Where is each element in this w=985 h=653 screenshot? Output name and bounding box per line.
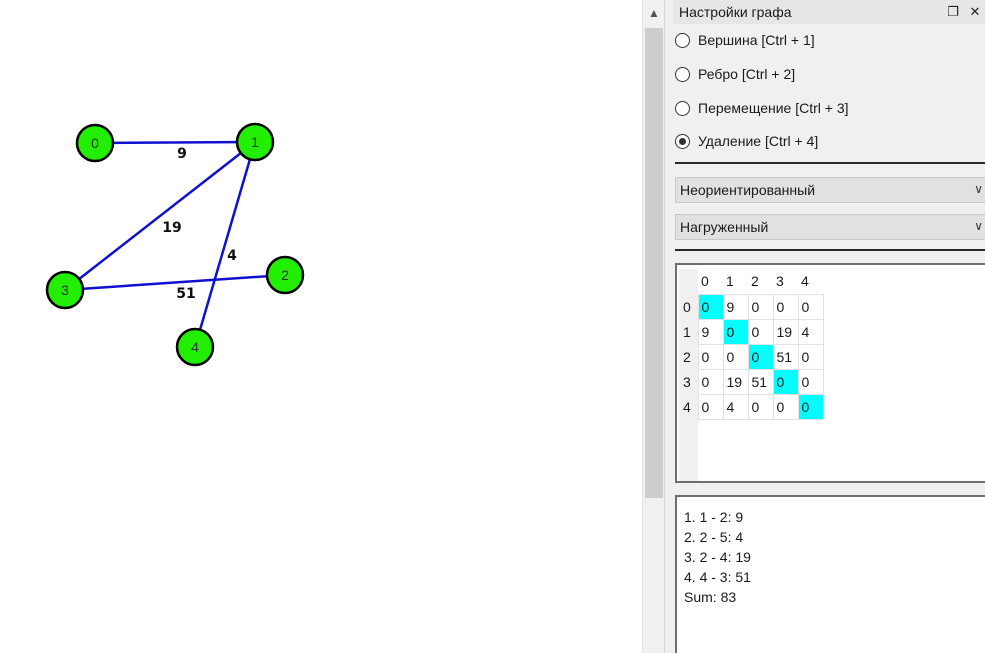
graph-settings-panel: Настройки графа ❐ ✕ Вершина [Ctrl + 1] Р…: [664, 0, 985, 653]
separator: [675, 249, 985, 251]
matrix-cell[interactable]: 0: [722, 318, 749, 345]
matrix-cell[interactable]: 0: [697, 368, 724, 395]
restore-window-icon[interactable]: ❐: [942, 1, 964, 23]
mode-radio-delete[interactable]: Удаление [Ctrl + 4]: [675, 130, 818, 152]
matrix-cell[interactable]: 0: [747, 393, 774, 420]
vertex-label: 3: [61, 282, 69, 298]
matrix-cell[interactable]: 0: [797, 343, 824, 370]
matrix-cell[interactable]: 0: [747, 293, 774, 320]
result-line: 4. 4 - 3: 51: [684, 569, 751, 585]
matrix-cell[interactable]: 19: [722, 368, 749, 395]
mode-label: Удаление [Ctrl + 4]: [698, 133, 819, 149]
matrix-cell[interactable]: 0: [747, 343, 774, 370]
chevron-down-icon: ∨: [974, 182, 983, 196]
edge-weight-label: 4: [227, 248, 237, 264]
matrix-header-row: 0 1 2 3 4: [679, 269, 823, 294]
edges-layer: [64, 140, 286, 348]
radio-button[interactable]: [675, 32, 690, 48]
graph-drawing[interactable]: 9 19 4 51 0 1 2 3 4: [0, 0, 642, 653]
vertices-layer: 0 1 2 3 4: [45, 122, 305, 367]
matrix-row: 4 0 4 0 0 0: [679, 393, 824, 420]
panel-header: Настройки графа ❐ ✕: [673, 0, 985, 24]
mode-radio-vertex[interactable]: Вершина [Ctrl + 1]: [675, 29, 815, 51]
result-sum: Sum: 83: [684, 589, 737, 605]
matrix-cell[interactable]: 0: [772, 293, 799, 320]
graph-weight-select[interactable]: Нагруженный ∨: [675, 214, 985, 240]
radio-button[interactable]: [675, 100, 690, 116]
weight-select-value: Нагруженный: [680, 219, 769, 235]
mode-label: Перемещение [Ctrl + 3]: [698, 100, 849, 116]
mode-radio-move[interactable]: Перемещение [Ctrl + 3]: [675, 97, 849, 119]
direction-select-value: Неориентированный: [680, 182, 816, 198]
close-icon[interactable]: ✕: [964, 1, 985, 23]
matrix-cell[interactable]: 51: [772, 343, 799, 370]
graph-direction-select[interactable]: Неориентированный ∨: [675, 177, 985, 203]
matrix-row: 3 0 19 51 0 0: [679, 368, 824, 395]
matrix-cell[interactable]: 4: [797, 318, 824, 345]
matrix-cell[interactable]: 0: [697, 293, 724, 320]
row-header: 4: [679, 394, 698, 419]
vertex-label: 4: [191, 339, 199, 355]
result-text-area[interactable]: 1. 1 - 2: 9 2. 2 - 5: 4 3. 2 - 4: 19 4. …: [675, 495, 985, 653]
graph-edge[interactable]: [94, 140, 256, 145]
adjacency-matrix-grid[interactable]: 0 1 2 3 4 0 0 9 0 0 0 1 9 0 0 19 4 2 0 0…: [675, 263, 985, 483]
row-header: 0: [679, 294, 698, 319]
panel-title: Настройки графа: [679, 4, 792, 20]
matrix-cell[interactable]: 9: [697, 318, 724, 345]
result-line: 1. 1 - 2: 9: [684, 509, 744, 525]
chevron-down-icon: ∨: [974, 219, 983, 233]
graph-edge[interactable]: [64, 273, 286, 292]
edge-weight-label: 19: [162, 220, 181, 236]
vertex-label: 0: [91, 135, 99, 151]
edge-weight-label: 9: [177, 146, 187, 162]
column-header: 1: [723, 269, 748, 294]
matrix-cell[interactable]: 4: [722, 393, 749, 420]
graph-edge[interactable]: [193, 141, 257, 348]
column-header: 2: [748, 269, 773, 294]
vertex-label: 2: [281, 267, 289, 283]
matrix-cell[interactable]: 9: [722, 293, 749, 320]
column-header: 0: [698, 269, 723, 294]
matrix-cell[interactable]: 0: [797, 393, 824, 420]
matrix-cell[interactable]: 0: [797, 293, 824, 320]
column-header: 4: [798, 269, 823, 294]
matrix-row: 0 0 9 0 0 0: [679, 293, 824, 320]
graph-edge[interactable]: [64, 141, 256, 291]
matrix-row: 1 9 0 0 19 4: [679, 318, 824, 345]
mode-radio-edge[interactable]: Ребро [Ctrl + 2]: [675, 63, 795, 85]
row-header: 1: [679, 319, 698, 344]
column-header: 3: [773, 269, 798, 294]
matrix-cell[interactable]: 0: [772, 368, 799, 395]
adjacency-matrix-table: 0 1 2 3 4 0 0 9 0 0 0 1 9 0 0 19 4 2 0 0…: [679, 269, 824, 420]
scroll-up-arrow-icon[interactable]: ▲: [643, 0, 665, 26]
result-line: 2. 2 - 5: 4: [684, 529, 744, 545]
graph-canvas[interactable]: 9 19 4 51 0 1 2 3 4: [0, 0, 642, 653]
scrollbar-thumb[interactable]: [645, 28, 663, 498]
mode-label: Вершина [Ctrl + 1]: [698, 32, 815, 48]
result-line: 3. 2 - 4: 19: [684, 549, 751, 565]
edge-weight-label: 51: [176, 286, 195, 302]
matrix-corner: [679, 269, 698, 294]
matrix-row: 2 0 0 0 51 0: [679, 343, 824, 370]
row-header: 2: [679, 344, 698, 369]
radio-button[interactable]: [675, 66, 690, 82]
matrix-cell[interactable]: 0: [697, 393, 724, 420]
vertex-label: 1: [251, 134, 259, 150]
matrix-cell[interactable]: 0: [697, 343, 724, 370]
matrix-cell[interactable]: 0: [772, 393, 799, 420]
matrix-cell[interactable]: 0: [797, 368, 824, 395]
matrix-cell[interactable]: 19: [772, 318, 799, 345]
mode-label: Ребро [Ctrl + 2]: [698, 66, 796, 82]
radio-button-checked[interactable]: [675, 133, 690, 149]
matrix-cell[interactable]: 0: [722, 343, 749, 370]
separator: [675, 162, 985, 164]
canvas-vertical-scrollbar[interactable]: ▲: [642, 0, 664, 653]
row-header: 3: [679, 369, 698, 394]
matrix-cell[interactable]: 51: [747, 368, 774, 395]
matrix-cell[interactable]: 0: [747, 318, 774, 345]
